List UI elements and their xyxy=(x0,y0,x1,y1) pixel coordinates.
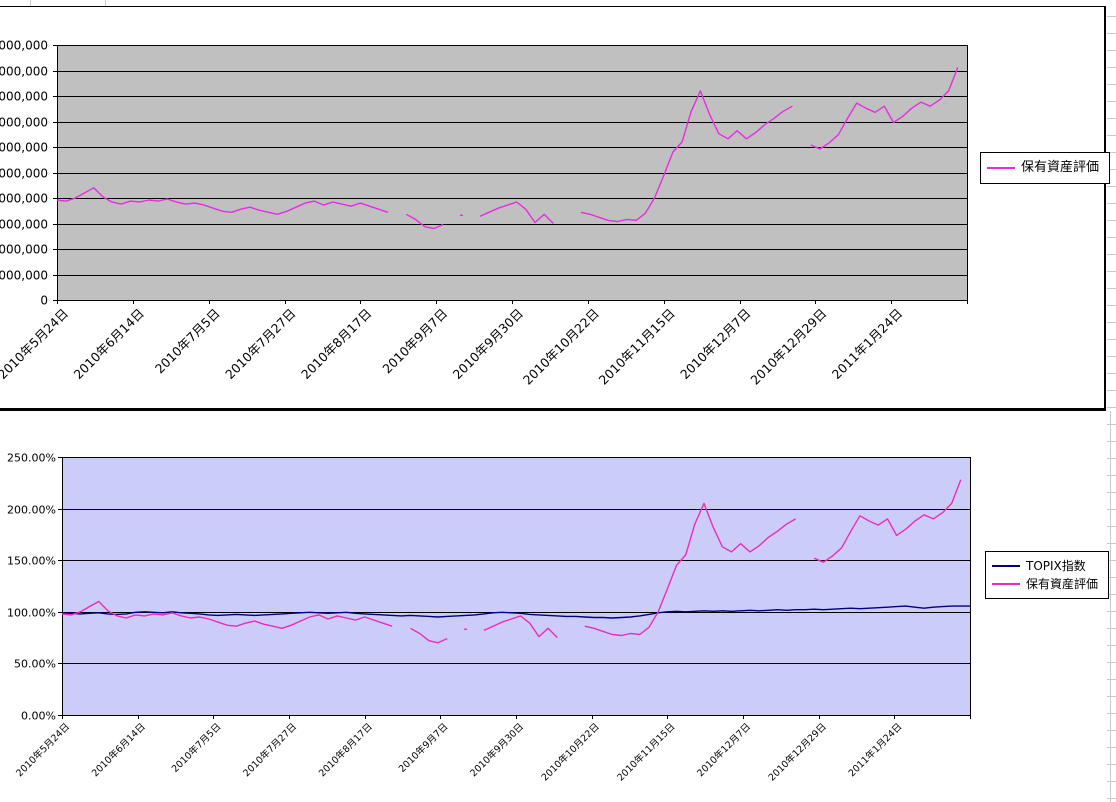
chart-frame-divider-border xyxy=(0,408,1106,411)
x-tick-label: 2011年1月24日 xyxy=(829,306,905,382)
x-tick-label: 2010年7月5日 xyxy=(169,721,223,775)
y-tick-label: 50.00% xyxy=(14,657,56,670)
legend-label: TOPIX指数 xyxy=(1026,559,1086,573)
x-tick-label: 2010年9月7日 xyxy=(396,721,450,775)
y-tick-label: 8,000,000 xyxy=(0,192,48,206)
x-tick-label: 2010年9月30日 xyxy=(450,306,526,382)
legend-line-sample-magenta xyxy=(987,167,1015,169)
x-tick-label: 2010年12月29日 xyxy=(747,306,829,388)
x-tick-label: 2010年5月24日 xyxy=(14,721,73,780)
legend-entry: 保有資産評価 xyxy=(992,577,1102,591)
x-tick-label: 2010年12月7日 xyxy=(677,306,753,382)
x-tick-label: 2010年12月7日 xyxy=(695,721,754,780)
y-tick-label: 20,000,000 xyxy=(0,39,48,53)
y-tick-label: 250.00% xyxy=(7,451,56,464)
x-tick-label: 2010年7月5日 xyxy=(152,306,223,377)
x-tick-label: 2010年6月14日 xyxy=(70,306,146,382)
legend-asset-value-chart[interactable]: 保有資産評価 xyxy=(980,152,1110,184)
plot-area xyxy=(63,458,971,716)
worksheet: 20,000,000 18,000,000 16,000,000 14,000,000… xyxy=(0,0,1116,802)
x-tick-label: 2010年10月22日 xyxy=(520,306,602,388)
x-tick-label: 2010年7月27日 xyxy=(222,306,298,382)
performance-chart: 250.00%200.00%150.00%100.00%50.00%0.00%2… xyxy=(7,451,970,783)
asset-value-chart: 20,000,000 18,000,000 16,000,000 14,000,000… xyxy=(0,39,968,388)
x-tick-label: 2010年11月15日 xyxy=(615,721,678,784)
y-tick-label: 12,000,000 xyxy=(0,141,48,155)
chart-frame-right-border xyxy=(1104,6,1106,410)
charts-canvas[interactable]: 20,000,000 18,000,000 16,000,000 14,000,000… xyxy=(0,0,1116,802)
x-tick-label: 2010年8月17日 xyxy=(298,306,374,382)
x-tick-label: 2010年7月27日 xyxy=(241,721,300,780)
x-tick-label: 2010年8月17日 xyxy=(316,721,375,780)
y-tick-label: 14,000,000 xyxy=(0,116,48,130)
x-tick-label: 2010年11月15日 xyxy=(596,306,678,388)
x-tick-label: 2010年5月24日 xyxy=(0,306,71,382)
legend-entry: TOPIX指数 xyxy=(992,559,1102,573)
x-tick-label: 2011年1月24日 xyxy=(846,721,905,780)
legend-entry: 保有資産評価 xyxy=(987,160,1103,176)
x-tick-label: 2010年12月29日 xyxy=(766,721,829,784)
y-tick-label: 18,000,000 xyxy=(0,65,48,79)
y-tick-label: 100.00% xyxy=(7,606,56,619)
y-tick-label: 150.00% xyxy=(7,554,56,567)
y-tick-label: 4,000,000 xyxy=(0,243,48,257)
legend-performance-chart[interactable]: TOPIX指数 保有資産評価 xyxy=(985,551,1109,599)
x-tick-label: 2010年9月7日 xyxy=(379,306,450,377)
legend-label: 保有資産評価 xyxy=(1021,160,1099,176)
x-tick-label: 2010年6月14日 xyxy=(89,721,148,780)
y-tick-label: 0 xyxy=(40,294,48,308)
y-tick-label: 6,000,000 xyxy=(0,218,48,232)
legend-label: 保有資産評価 xyxy=(1026,577,1098,591)
y-tick-label: 16,000,000 xyxy=(0,90,48,104)
y-tick-label: 0.00% xyxy=(21,709,56,722)
y-tick-label: 2,000,000 xyxy=(0,269,48,283)
x-tick-label: 2010年10月22日 xyxy=(539,721,602,784)
y-tick-label: 10,000,000 xyxy=(0,167,48,181)
x-tick-label: 2010年9月30日 xyxy=(468,721,527,780)
chart-frame-top-border xyxy=(0,6,1106,7)
legend-line-sample-pink xyxy=(992,583,1020,585)
legend-line-sample-navy xyxy=(992,565,1020,567)
y-tick-label: 200.00% xyxy=(7,503,56,516)
